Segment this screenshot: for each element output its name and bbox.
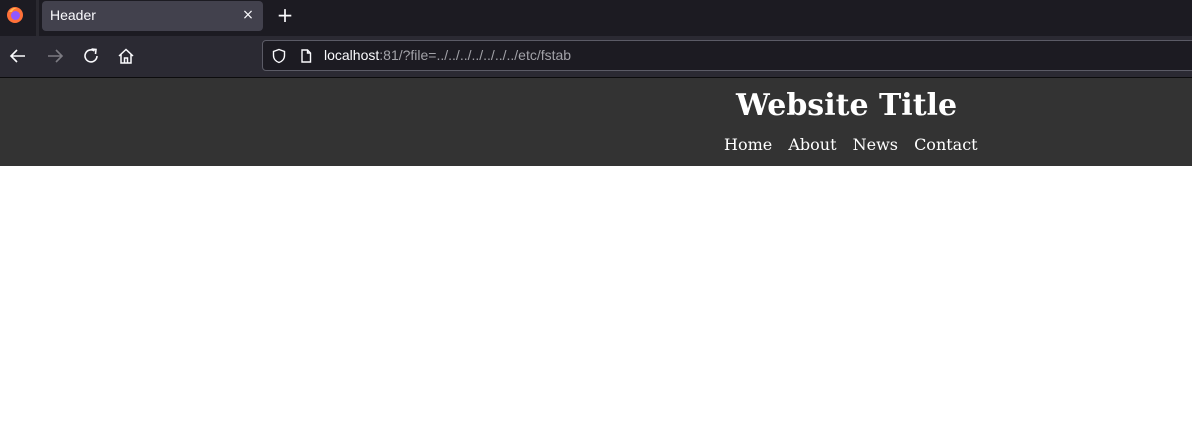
shield-icon[interactable]: [271, 48, 287, 64]
tab-close-icon[interactable]: ×: [239, 6, 257, 24]
home-icon[interactable]: [115, 45, 137, 67]
address-bar[interactable]: localhost:81/?file=../../../../../../../…: [262, 40, 1192, 71]
url-path: :81/?file=../../../../../../../etc/fstab: [379, 47, 572, 63]
url-text[interactable]: localhost:81/?file=../../../../../../../…: [324, 47, 571, 63]
tab-title: Header: [50, 7, 96, 23]
browser-tab-bar: Header × +: [0, 0, 1192, 36]
tab-header[interactable]: Header ×: [42, 1, 263, 31]
site-header: Website Title Home About News Contact: [0, 78, 1192, 166]
site-nav: Home About News Contact: [724, 135, 978, 154]
reload-icon[interactable]: [80, 45, 102, 67]
browser-navigation-bar: localhost:81/?file=../../../../../../../…: [0, 36, 1192, 78]
page-icon[interactable]: [298, 48, 314, 64]
nav-link-news[interactable]: News: [853, 135, 898, 154]
nav-link-contact[interactable]: Contact: [914, 135, 978, 154]
nav-link-home[interactable]: Home: [724, 135, 772, 154]
new-tab-button[interactable]: +: [274, 4, 296, 26]
site-title: Website Title: [736, 88, 958, 123]
nav-link-about[interactable]: About: [788, 135, 836, 154]
url-host: localhost: [324, 47, 380, 63]
firefox-logo-icon[interactable]: [6, 6, 24, 24]
tab-separator: [36, 0, 39, 36]
forward-arrow-icon[interactable]: [44, 45, 66, 67]
back-arrow-icon[interactable]: [7, 45, 29, 67]
